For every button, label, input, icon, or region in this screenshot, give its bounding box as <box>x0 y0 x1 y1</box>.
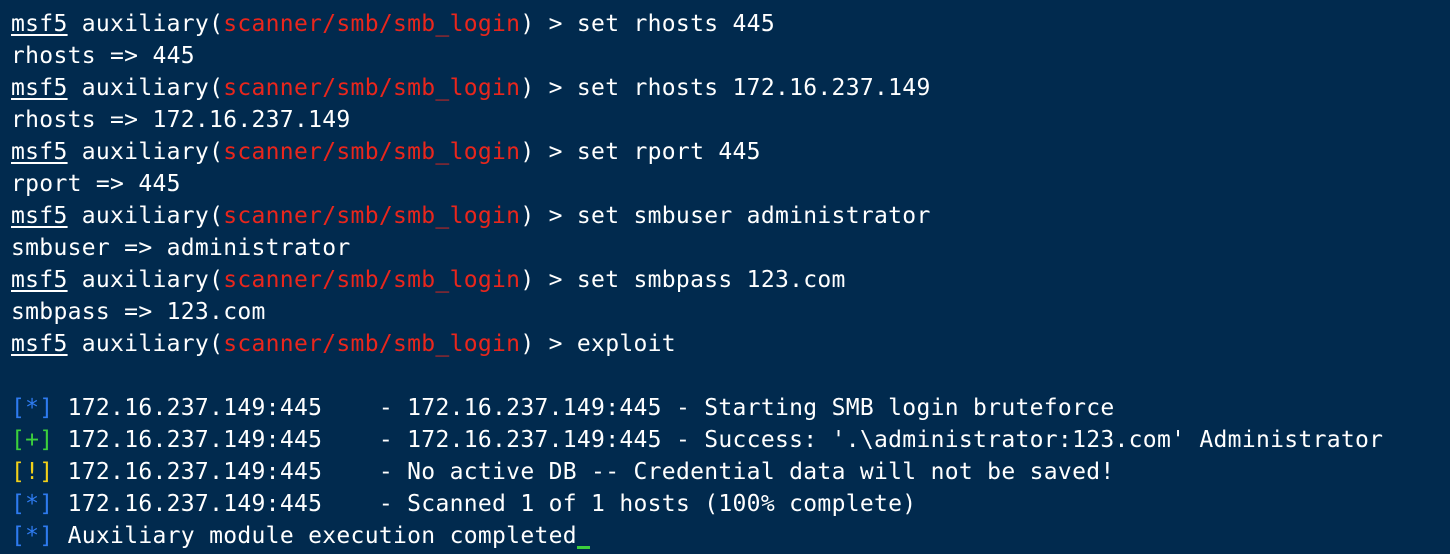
command-text: set smbuser administrator <box>576 203 931 229</box>
result-line: [!] 172.16.237.149:445 - No active DB --… <box>11 456 1450 488</box>
command-text: set rhosts 172.16.237.149 <box>576 75 931 101</box>
module-name: scanner/smb/smb_login <box>223 75 521 101</box>
result-line: [*] 172.16.237.149:445 - Scanned 1 of 1 … <box>11 488 1450 520</box>
prompt-line: msf5 auxiliary(scanner/smb/smb_login) > … <box>11 200 1450 232</box>
final-line: [*] Auxiliary module execution completed <box>11 520 1450 552</box>
module-name: scanner/smb/smb_login <box>223 331 521 357</box>
prompt-line: msf5 auxiliary(scanner/smb/smb_login) > … <box>11 8 1450 40</box>
module-suffix: ) > <box>520 11 577 37</box>
command-output: smbuser => administrator <box>11 235 351 261</box>
result-line: [*] 172.16.237.149:445 - 172.16.237.149:… <box>11 392 1450 424</box>
module-suffix: ) > <box>520 267 577 293</box>
result-line: [+] 172.16.237.149:445 - 172.16.237.149:… <box>11 424 1450 456</box>
module-suffix: ) > <box>520 331 577 357</box>
result-host: 172.16.237.149:445 <box>67 395 323 421</box>
prompt-name: msf5 <box>11 139 68 165</box>
module-prefix: auxiliary( <box>67 331 224 357</box>
command-text: set rhosts 445 <box>576 11 775 37</box>
prompt-line: msf5 auxiliary(scanner/smb/smb_login) > … <box>11 328 1450 360</box>
module-prefix: auxiliary( <box>67 139 224 165</box>
module-name: scanner/smb/smb_login <box>223 203 521 229</box>
info-marker: [*] <box>11 395 54 421</box>
module-prefix: auxiliary( <box>67 203 224 229</box>
info-marker: [*] <box>11 491 54 517</box>
info-marker: [*] <box>11 523 54 549</box>
module-name: scanner/smb/smb_login <box>223 139 521 165</box>
module-prefix: auxiliary( <box>67 75 224 101</box>
prompt-name: msf5 <box>11 11 68 37</box>
command-output: smbpass => 123.com <box>11 299 266 325</box>
terminal-cursor[interactable] <box>576 546 590 549</box>
prompt-name: msf5 <box>11 267 68 293</box>
module-name: scanner/smb/smb_login <box>223 11 521 37</box>
prompt-line: msf5 auxiliary(scanner/smb/smb_login) > … <box>11 264 1450 296</box>
module-suffix: ) > <box>520 139 577 165</box>
warning-marker: [!] <box>11 459 54 485</box>
module-prefix: auxiliary( <box>67 11 224 37</box>
terminal-window[interactable]: msf5 auxiliary(scanner/smb/smb_login) > … <box>0 0 1450 554</box>
command-text: set smbpass 123.com <box>576 267 846 293</box>
command-output: rhosts => 172.16.237.149 <box>11 107 351 133</box>
result-message: - No active DB -- Credential data will n… <box>322 459 1115 485</box>
prompt-name: msf5 <box>11 203 68 229</box>
result-message: - 172.16.237.149:445 - Success: '.\admin… <box>322 427 1384 453</box>
prompt-line: msf5 auxiliary(scanner/smb/smb_login) > … <box>11 72 1450 104</box>
module-name: scanner/smb/smb_login <box>223 267 521 293</box>
result-host: 172.16.237.149:445 <box>67 427 323 453</box>
module-suffix: ) > <box>520 203 577 229</box>
command-output: rhosts => 445 <box>11 43 195 69</box>
command-text: exploit <box>576 331 676 357</box>
prompt-name: msf5 <box>11 75 68 101</box>
result-message: - Scanned 1 of 1 hosts (100% complete) <box>322 491 917 517</box>
result-host: 172.16.237.149:445 <box>67 491 323 517</box>
success-marker: [+] <box>11 427 54 453</box>
command-output: rport => 445 <box>11 171 181 197</box>
module-prefix: auxiliary( <box>67 267 224 293</box>
prompt-line: msf5 auxiliary(scanner/smb/smb_login) > … <box>11 136 1450 168</box>
prompt-name: msf5 <box>11 331 68 357</box>
result-message: - 172.16.237.149:445 - Starting SMB logi… <box>322 395 1115 421</box>
command-text: set rport 445 <box>576 139 761 165</box>
module-suffix: ) > <box>520 75 577 101</box>
result-host: 172.16.237.149:445 <box>67 459 323 485</box>
final-message: Auxiliary module execution completed <box>67 523 577 549</box>
